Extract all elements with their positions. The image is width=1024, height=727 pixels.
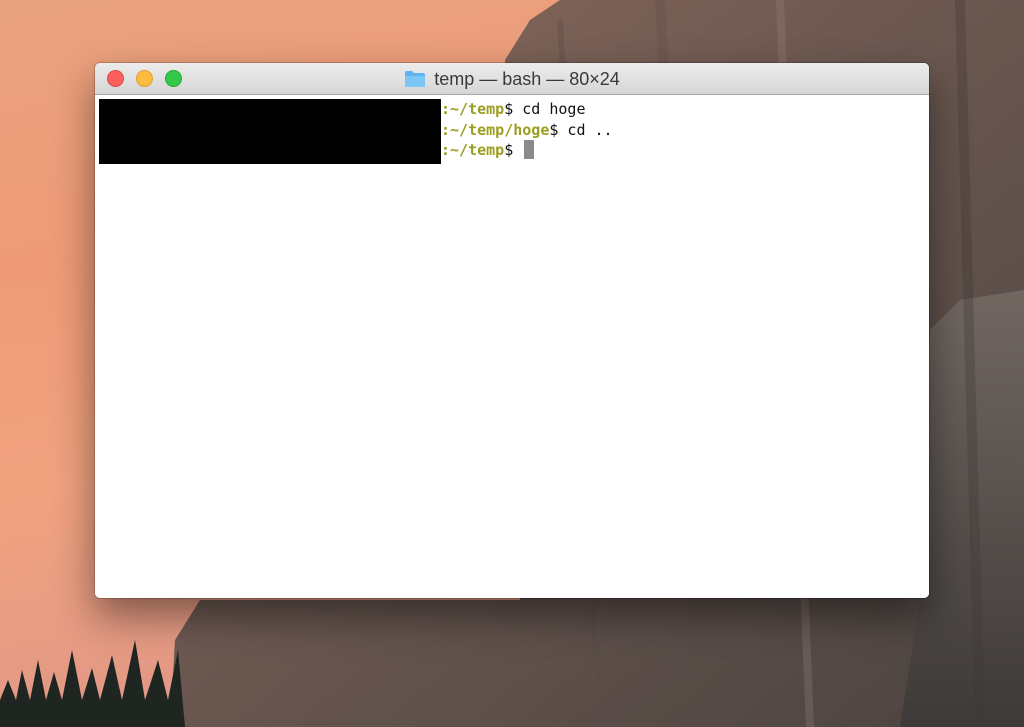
- title-bar[interactable]: temp — bash — 80×24: [95, 63, 929, 95]
- folder-icon: [405, 71, 426, 87]
- window-title: temp — bash — 80×24: [95, 63, 929, 95]
- terminal-line: :~/temp/hoge$ cd ..: [441, 120, 613, 140]
- command-text: cd hoge: [513, 100, 586, 118]
- command-text: [513, 141, 522, 159]
- prompt-path: :~/temp/hoge: [441, 121, 550, 139]
- command-text: cd ..: [558, 121, 613, 139]
- terminal-cursor: [524, 140, 535, 159]
- terminal-line: :~/temp$: [441, 140, 535, 160]
- prompt-path: :~/temp: [441, 100, 505, 118]
- prompt-path: :~/temp: [441, 141, 505, 159]
- terminal-window[interactable]: temp — bash — 80×24 :~/temp$ cd hoge :~/…: [95, 63, 929, 598]
- terminal-content[interactable]: :~/temp$ cd hoge :~/temp/hoge$ cd .. :~/…: [95, 95, 929, 598]
- redacted-area: [99, 99, 441, 164]
- terminal-line: :~/temp$ cd hoge: [441, 99, 586, 119]
- prompt-symbol: $: [504, 100, 514, 118]
- prompt-symbol: $: [504, 141, 514, 159]
- window-title-text: temp — bash — 80×24: [434, 68, 620, 89]
